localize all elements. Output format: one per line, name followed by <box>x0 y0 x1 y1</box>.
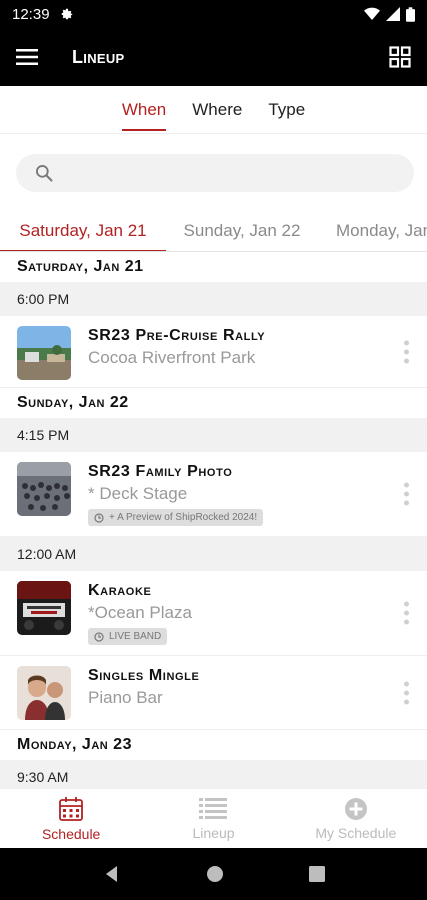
recents-icon[interactable] <box>308 866 325 882</box>
event-title: SR23 Family Photo <box>88 463 233 480</box>
nav-schedule[interactable]: Schedule <box>0 789 142 848</box>
more-options-icon[interactable] <box>404 482 409 506</box>
event-thumbnail <box>17 462 71 516</box>
clock-icon <box>94 512 104 523</box>
date-tab-saturday[interactable]: Saturday, Jan 21 <box>0 210 166 251</box>
clock-icon <box>94 631 104 642</box>
event-location: * Deck Stage <box>88 484 188 503</box>
time-header: 6:00 PM <box>0 282 427 316</box>
event-row[interactable]: Karaoke *Ocean Plaza LIVE BAND <box>0 571 427 656</box>
event-location: Cocoa Riverfront Park <box>88 348 256 367</box>
nav-lineup-label: Lineup <box>192 824 235 841</box>
home-icon[interactable] <box>206 865 224 883</box>
status-icons <box>364 6 415 22</box>
event-location: Piano Bar <box>88 688 163 707</box>
search-bar[interactable] <box>16 154 414 192</box>
event-thumbnail <box>17 666 71 720</box>
search-icon <box>36 165 53 182</box>
event-thumbnail <box>17 326 71 380</box>
schedule-list: Saturday, Jan 21 6:00 PM SR23 Pre-Cruise… <box>0 252 427 788</box>
day-header: Saturday, Jan 21 <box>17 258 144 275</box>
day-header: Sunday, Jan 22 <box>17 394 129 411</box>
status-time: 12:39 <box>12 5 50 23</box>
nav-lineup[interactable]: Lineup <box>142 789 284 848</box>
more-options-icon[interactable] <box>404 681 409 704</box>
day-header: Monday, Jan 23 <box>17 736 132 753</box>
list-icon <box>199 797 228 819</box>
date-tabs: Saturday, Jan 21 Sunday, Jan 22 Monday, … <box>0 210 427 252</box>
page-title: Lineup <box>72 46 125 67</box>
event-title: Karaoke <box>88 582 152 599</box>
time-header: 9:30 AM <box>0 760 427 788</box>
status-bar: 12:39 <box>0 0 427 28</box>
event-title: Singles Mingle <box>88 667 200 684</box>
wifi-icon <box>364 7 380 21</box>
back-icon[interactable] <box>103 865 121 883</box>
event-title: SR23 Pre-Cruise Rally <box>88 327 266 344</box>
event-row[interactable]: SR23 Family Photo * Deck Stage + A Previ… <box>0 452 427 537</box>
time-header: 12:00 AM <box>0 537 427 571</box>
date-tab-sunday[interactable]: Sunday, Jan 22 <box>176 210 308 251</box>
more-options-icon[interactable] <box>404 340 409 363</box>
event-tag-label: LIVE BAND <box>109 631 162 642</box>
filter-tabs: When Where Type <box>0 86 427 134</box>
nav-schedule-label: Schedule <box>41 825 101 842</box>
event-location: *Ocean Plaza <box>88 603 192 622</box>
date-tab-monday[interactable]: Monday, Jan 23 <box>330 210 427 251</box>
nav-my-schedule-label: My Schedule <box>315 824 397 841</box>
tab-type[interactable]: Type <box>255 86 318 133</box>
tab-where[interactable]: Where <box>179 86 255 133</box>
search-input[interactable] <box>66 164 386 182</box>
event-tag: + A Preview of ShipRocked 2024! <box>88 509 264 526</box>
settings-gear-icon <box>61 8 72 20</box>
event-row[interactable]: Singles Mingle Piano Bar <box>0 656 427 730</box>
event-tag-label: + A Preview of ShipRocked 2024! <box>109 512 258 523</box>
add-circle-icon <box>344 797 367 820</box>
event-tag: LIVE BAND <box>88 628 168 645</box>
nav-my-schedule[interactable]: My Schedule <box>285 789 427 848</box>
calendar-icon <box>59 796 84 821</box>
system-nav-bar <box>0 848 427 900</box>
time-header: 4:15 PM <box>0 418 427 452</box>
more-options-icon[interactable] <box>404 601 409 625</box>
battery-icon <box>406 6 415 22</box>
menu-icon[interactable] <box>16 48 38 66</box>
tab-when[interactable]: When <box>109 86 179 133</box>
app-bar: Lineup <box>0 28 427 86</box>
signal-icon <box>386 7 400 21</box>
event-thumbnail <box>17 581 71 635</box>
event-row[interactable]: SR23 Pre-Cruise Rally Cocoa Riverfront P… <box>0 316 427 388</box>
grid-view-icon[interactable] <box>389 46 411 68</box>
bottom-nav: Schedule Lineup My Schedule <box>0 788 427 848</box>
